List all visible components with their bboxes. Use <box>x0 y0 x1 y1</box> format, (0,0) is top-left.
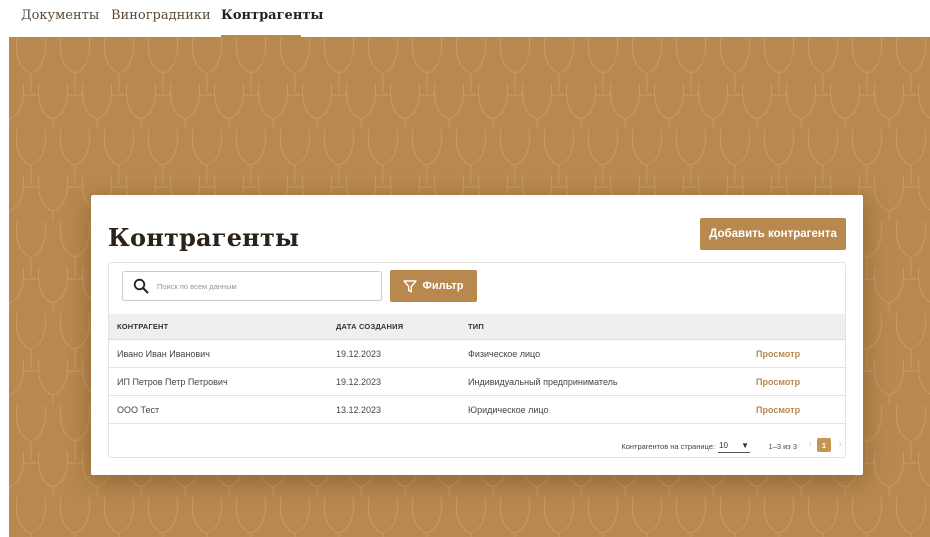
filter-icon <box>403 279 418 292</box>
cell-date: 13.12.2023 <box>336 405 382 415</box>
nav-item-label: Документы <box>21 8 100 23</box>
page-button-current[interactable]: 1 <box>817 438 831 452</box>
cell-name: ИП Петров Петр Петрович <box>117 377 228 387</box>
cell-date: 19.12.2023 <box>336 349 382 359</box>
cell-name: ООО Тест <box>117 405 160 415</box>
filter-button[interactable]: Фильтр <box>390 270 477 302</box>
search-box[interactable] <box>122 271 382 301</box>
page-title: Контрагенты <box>108 223 300 252</box>
view-link[interactable]: Просмотр <box>756 377 800 387</box>
counterparties-card: Контрагенты Добавить контрагента Фильтр … <box>91 195 863 475</box>
add-counterparty-button[interactable]: Добавить контрагента <box>700 218 846 250</box>
nav-item-label: Виноградники <box>111 8 211 23</box>
column-header-type: ТИП <box>468 322 484 331</box>
filter-label: Фильтр <box>422 280 464 292</box>
pagination-range: 1–3 из 3 <box>768 442 797 451</box>
cell-date: 19.12.2023 <box>336 377 382 387</box>
chevron-left-icon[interactable]: ‹ <box>809 439 812 450</box>
nav-item-counterparties[interactable]: Контрагенты <box>221 8 323 38</box>
cell-type: Индивидуальный предприниматель <box>468 377 618 387</box>
table-row: Ивано Иван Иванович 19.12.2023 Физическо… <box>109 340 845 368</box>
view-link[interactable]: Просмотр <box>756 405 800 415</box>
table-header: КОНТРАГЕНТ ДАТА СОЗДАНИЯ ТИП <box>109 314 845 340</box>
table-row: ИП Петров Петр Петрович 19.12.2023 Индив… <box>109 368 845 396</box>
column-header-created-date: ДАТА СОЗДАНИЯ <box>336 322 404 331</box>
column-header-counterparty: КОНТРАГЕНТ <box>117 322 169 331</box>
caret-down-icon: ▼ <box>741 441 749 450</box>
chevron-right-icon[interactable]: › <box>839 439 842 450</box>
rows-per-page-label: Контрагентов на странице: <box>621 442 715 451</box>
table-row: ООО Тест 13.12.2023 Юридическое лицо Про… <box>109 396 845 424</box>
nav-item-documents[interactable]: Документы <box>21 8 99 38</box>
top-navigation: Документы Виноградники Контрагенты <box>0 0 930 38</box>
cell-type: Юридическое лицо <box>468 405 549 415</box>
pagination: Контрагентов на странице: 10 ▼ 1–3 из 3 … <box>109 435 845 457</box>
search-input[interactable] <box>157 281 377 291</box>
nav-item-vineyards[interactable]: Виноградники <box>111 8 211 38</box>
search-icon <box>133 278 149 294</box>
table-panel: Фильтр КОНТРАГЕНТ ДАТА СОЗДАНИЯ ТИП Иван… <box>108 262 846 458</box>
view-link[interactable]: Просмотр <box>756 349 800 359</box>
rows-per-page-select[interactable]: 10 ▼ <box>718 439 750 453</box>
nav-item-label: Контрагенты <box>221 8 324 23</box>
cell-type: Физическое лицо <box>468 349 541 359</box>
rows-per-page-value: 10 <box>719 441 728 450</box>
cell-name: Ивано Иван Иванович <box>117 349 210 359</box>
